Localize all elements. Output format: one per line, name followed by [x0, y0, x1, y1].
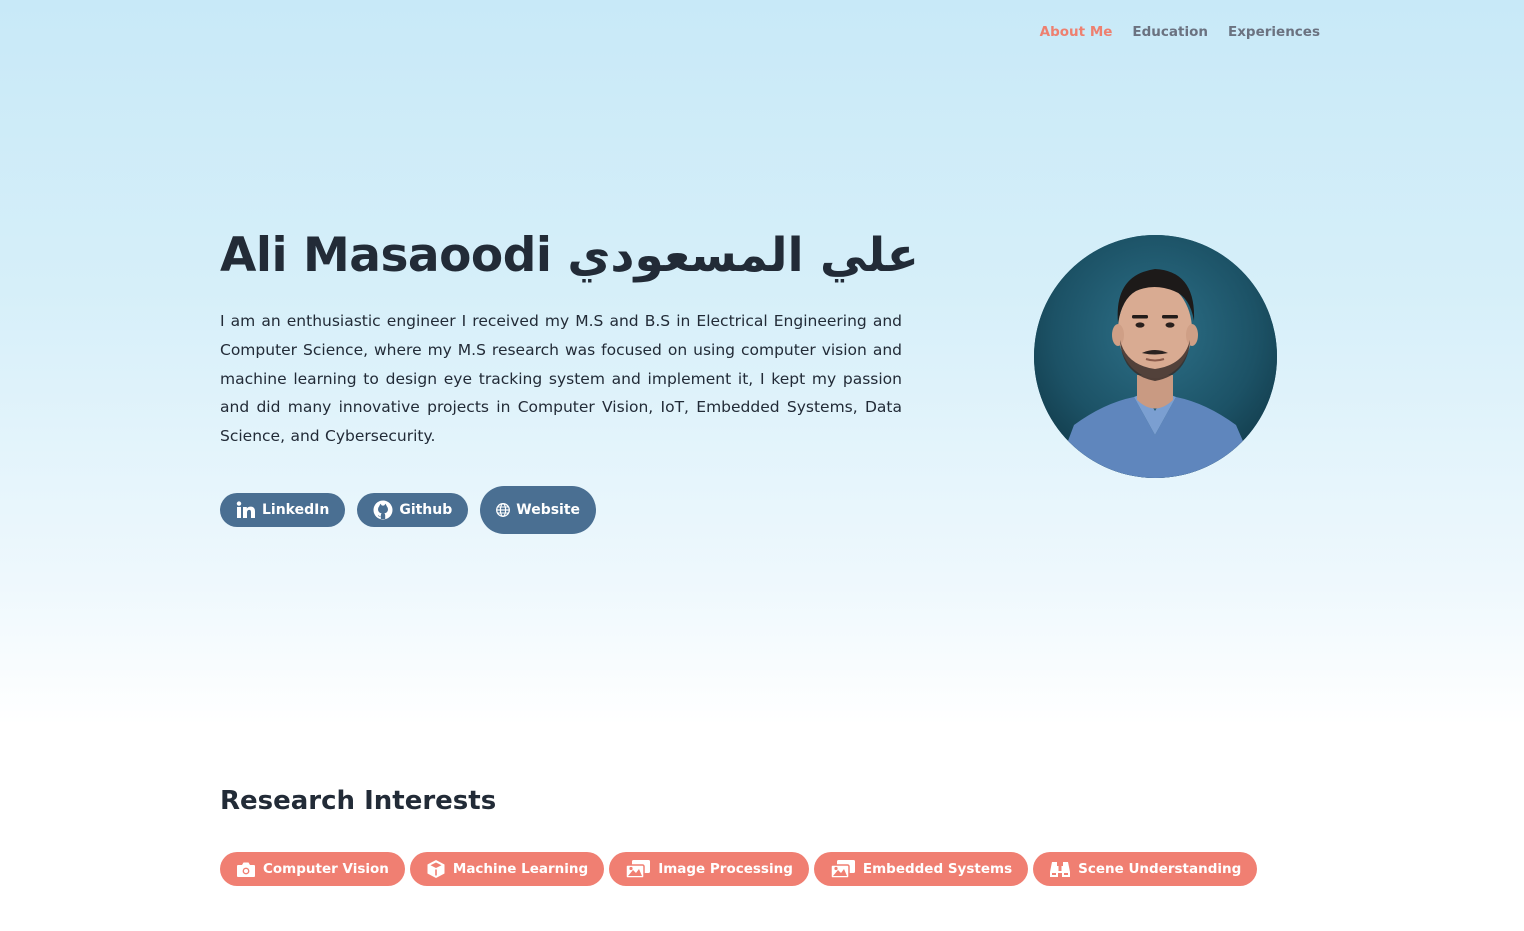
- tag-embedded-systems[interactable]: Embedded Systems: [813, 852, 1029, 886]
- tag-label: Scene Understanding: [1078, 861, 1242, 877]
- images-icon: [625, 859, 651, 879]
- tag-label: Image Processing: [658, 861, 793, 877]
- github-label: Github: [399, 502, 453, 518]
- profile-name: Ali Masaoodi علي المسعودي: [220, 228, 919, 283]
- images-icon: [830, 859, 856, 879]
- tag-label: Machine Learning: [452, 861, 589, 877]
- website-label: Website: [516, 502, 581, 518]
- profile-bio: I am an enthusiastic engineer I received…: [220, 312, 902, 446]
- research-interests-title: Research Interests: [220, 786, 497, 816]
- avatar: [1034, 235, 1277, 478]
- research-tags: Computer Vision Machine Learning Image P…: [220, 852, 1258, 886]
- globe-icon: [496, 503, 511, 517]
- tag-label: Embedded Systems: [862, 861, 1013, 877]
- linkedin-label: LinkedIn: [262, 502, 330, 518]
- social-links: LinkedIn Github Website: [220, 486, 597, 534]
- tag-image-processing[interactable]: Image Processing: [609, 852, 809, 886]
- camera-icon: [236, 861, 256, 878]
- binoculars-icon: [1049, 860, 1071, 878]
- linkedin-button[interactable]: LinkedIn: [220, 493, 346, 527]
- linkedin-icon: [236, 501, 256, 519]
- tag-computer-vision[interactable]: Computer Vision: [220, 852, 405, 886]
- github-icon: [373, 500, 393, 520]
- tag-scene-understanding[interactable]: Scene Understanding: [1033, 852, 1258, 886]
- github-button[interactable]: Github: [357, 493, 469, 527]
- top-nav: About Me Education Experiences: [1040, 24, 1320, 40]
- tag-machine-learning[interactable]: Machine Learning: [409, 852, 605, 886]
- tag-label: Computer Vision: [263, 861, 389, 877]
- nav-education[interactable]: Education: [1132, 24, 1208, 40]
- website-button[interactable]: Website: [480, 486, 597, 534]
- nav-about-me[interactable]: About Me: [1040, 24, 1113, 40]
- nav-experiences[interactable]: Experiences: [1228, 24, 1320, 40]
- cube-icon: [426, 859, 446, 879]
- profile-photo: [1034, 235, 1277, 478]
